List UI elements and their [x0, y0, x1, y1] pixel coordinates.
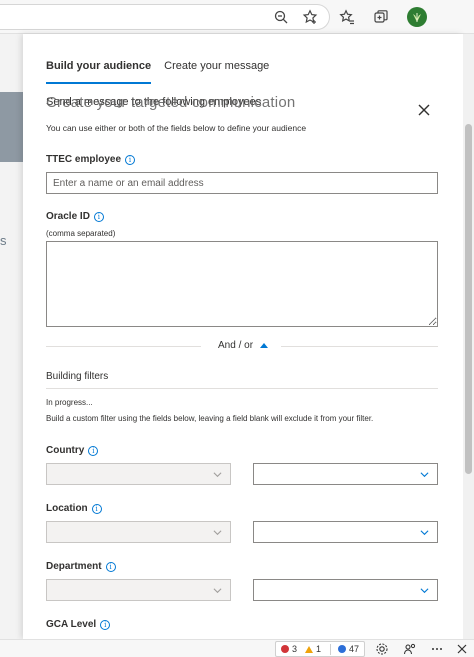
chevron-down-icon [420, 588, 429, 594]
location-label: Location i [46, 503, 102, 514]
department-label-text: Department [46, 561, 102, 572]
close-icon[interactable] [455, 642, 469, 656]
location-label-text: Location [46, 503, 88, 514]
error-count: 3 [292, 644, 298, 654]
collections-icon[interactable] [372, 8, 390, 26]
chevron-down-icon [420, 530, 429, 536]
warning-icon [305, 645, 314, 653]
separator [330, 643, 332, 655]
filters-progress-text: In progress... [46, 398, 93, 407]
devtools-status-bar: 3 1 47 [0, 639, 474, 657]
info-icon[interactable]: i [125, 154, 136, 165]
employee-label: TTEC employee i [46, 154, 136, 165]
divider [46, 388, 438, 389]
gca-level-label-text: GCA Level [46, 619, 97, 630]
targeted-communication-panel: Build your audience Create your message … [23, 34, 463, 639]
department-label: Department i [46, 561, 116, 572]
background-page: s [0, 34, 23, 639]
background-banner [0, 92, 23, 162]
profile-avatar[interactable] [407, 7, 427, 27]
close-icon[interactable] [416, 102, 432, 118]
tab-create-message[interactable]: Create your message [164, 60, 269, 84]
oracle-id-label: Oracle ID i [46, 211, 104, 222]
browser-toolbar [0, 0, 474, 34]
country-label-text: Country [46, 445, 85, 456]
add-favorite-icon[interactable] [301, 8, 319, 26]
settings-gear-icon[interactable] [375, 642, 389, 656]
issues-counter[interactable]: 3 1 47 [275, 641, 366, 657]
department-dropdown-operator[interactable] [46, 579, 231, 601]
divider [281, 346, 438, 347]
and-or-label: And / or [218, 340, 254, 351]
employee-search-input[interactable] [46, 172, 438, 194]
error-icon [281, 645, 289, 653]
oracle-id-label-text: Oracle ID [46, 211, 90, 222]
info-icon[interactable]: i [100, 619, 111, 630]
and-or-toggle[interactable]: And / or [218, 340, 269, 351]
panel-title: Create your targeted communication [46, 94, 296, 111]
audience-description: You can use either or both of the fields… [46, 123, 307, 133]
info-count: 47 [349, 644, 360, 654]
more-options-icon[interactable] [430, 642, 444, 656]
chevron-up-icon[interactable] [260, 343, 269, 348]
chevron-down-icon [213, 588, 222, 594]
gca-level-label: GCA Level i [46, 619, 111, 630]
info-icon[interactable]: i [88, 445, 99, 456]
country-dropdown-operator[interactable] [46, 463, 231, 485]
chevron-down-icon [420, 472, 429, 478]
chevron-down-icon [213, 530, 222, 536]
country-label: Country i [46, 445, 99, 456]
info-icon[interactable]: i [91, 503, 102, 514]
department-dropdown-value[interactable] [253, 579, 438, 601]
divider [46, 346, 201, 347]
country-dropdown-value[interactable] [253, 463, 438, 485]
oracle-id-textarea[interactable] [46, 241, 438, 327]
scroll-thumb[interactable] [465, 124, 472, 474]
panel-scrollbar[interactable] [463, 34, 474, 639]
connected-users-icon[interactable] [403, 642, 417, 656]
info-count-icon [338, 645, 347, 653]
tab-list: Build your audience Create your message [46, 60, 282, 84]
location-dropdown-value[interactable] [253, 521, 438, 543]
filters-section-title: Building filters [46, 371, 109, 382]
oracle-id-hint: (comma separated) [46, 229, 116, 238]
info-icon[interactable]: i [105, 561, 116, 572]
location-dropdown-operator[interactable] [46, 521, 231, 543]
zoom-out-icon[interactable] [272, 8, 290, 26]
background-text: s [0, 233, 7, 248]
info-icon[interactable]: i [93, 211, 104, 222]
employee-label-text: TTEC employee [46, 154, 122, 165]
chevron-down-icon [213, 472, 222, 478]
filters-help-text: Build a custom filter using the fields b… [46, 414, 374, 423]
warning-count: 1 [316, 644, 322, 654]
favorites-icon[interactable] [338, 8, 356, 26]
tab-build-audience[interactable]: Build your audience [46, 60, 152, 84]
